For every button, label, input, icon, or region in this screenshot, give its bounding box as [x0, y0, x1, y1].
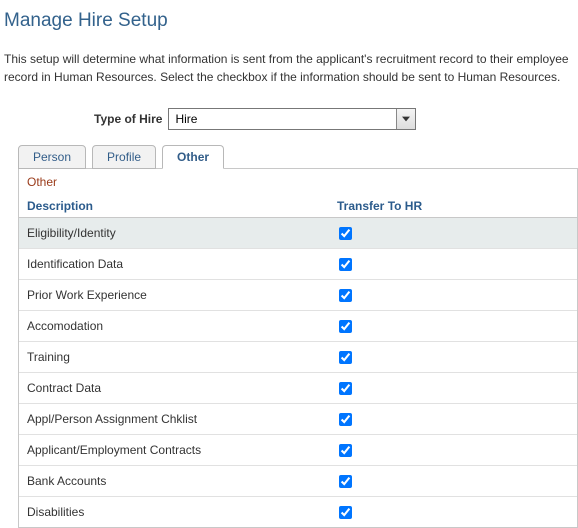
row-description: Bank Accounts	[27, 474, 337, 488]
table-row: Prior Work Experience	[19, 280, 577, 311]
transfer-checkbox[interactable]	[339, 320, 352, 333]
transfer-checkbox[interactable]	[339, 351, 352, 364]
row-description: Contract Data	[27, 381, 337, 395]
table-row: Bank Accounts	[19, 466, 577, 497]
row-description: Appl/Person Assignment Chklist	[27, 412, 337, 426]
transfer-checkbox[interactable]	[339, 382, 352, 395]
row-transfer-cell	[337, 258, 569, 271]
table-row: Applicant/Employment Contracts	[19, 435, 577, 466]
type-of-hire-label: Type of Hire	[94, 112, 162, 126]
row-transfer-cell	[337, 227, 569, 240]
row-description: Prior Work Experience	[27, 288, 337, 302]
table-row: Eligibility/Identity	[19, 218, 577, 249]
transfer-checkbox[interactable]	[339, 413, 352, 426]
transfer-checkbox[interactable]	[339, 475, 352, 488]
type-of-hire-value: Hire	[175, 112, 197, 126]
transfer-checkbox[interactable]	[339, 506, 352, 519]
row-transfer-cell	[337, 382, 569, 395]
transfer-checkbox[interactable]	[339, 289, 352, 302]
tab-person[interactable]: Person	[18, 145, 86, 169]
tab-other[interactable]: Other	[162, 145, 224, 169]
tab-row: PersonProfileOther	[18, 144, 574, 168]
intro-text: This setup will determine what informati…	[4, 50, 574, 86]
type-of-hire-row: Type of Hire Hire	[4, 108, 574, 130]
table-row: Identification Data	[19, 249, 577, 280]
column-header-transfer[interactable]: Transfer To HR	[337, 199, 569, 213]
panel-title: Other	[19, 175, 577, 195]
transfer-checkbox[interactable]	[339, 444, 352, 457]
row-transfer-cell	[337, 444, 569, 457]
column-header-description[interactable]: Description	[27, 199, 337, 213]
table-row: Contract Data	[19, 373, 577, 404]
row-description: Eligibility/Identity	[27, 226, 337, 240]
table-header-row: Description Transfer To HR	[19, 195, 577, 218]
transfer-checkbox[interactable]	[339, 258, 352, 271]
row-description: Applicant/Employment Contracts	[27, 443, 337, 457]
row-transfer-cell	[337, 506, 569, 519]
row-description: Disabilities	[27, 505, 337, 519]
table-row: Appl/Person Assignment Chklist	[19, 404, 577, 435]
row-description: Training	[27, 350, 337, 364]
row-transfer-cell	[337, 320, 569, 333]
transfer-checkbox[interactable]	[339, 227, 352, 240]
table-body: Eligibility/Identity Identification Data P…	[19, 218, 577, 527]
table-row: Accomodation	[19, 311, 577, 342]
chevron-down-icon	[396, 109, 415, 129]
row-transfer-cell	[337, 413, 569, 426]
row-transfer-cell	[337, 289, 569, 302]
table-row: Training	[19, 342, 577, 373]
row-description: Accomodation	[27, 319, 337, 333]
row-description: Identification Data	[27, 257, 337, 271]
other-panel: Other Description Transfer To HR Eligibi…	[18, 168, 578, 528]
table-row: Disabilities	[19, 497, 577, 527]
tab-profile[interactable]: Profile	[92, 145, 156, 169]
row-transfer-cell	[337, 475, 569, 488]
type-of-hire-select[interactable]: Hire	[168, 108, 416, 130]
row-transfer-cell	[337, 351, 569, 364]
page-title: Manage Hire Setup	[4, 10, 574, 32]
